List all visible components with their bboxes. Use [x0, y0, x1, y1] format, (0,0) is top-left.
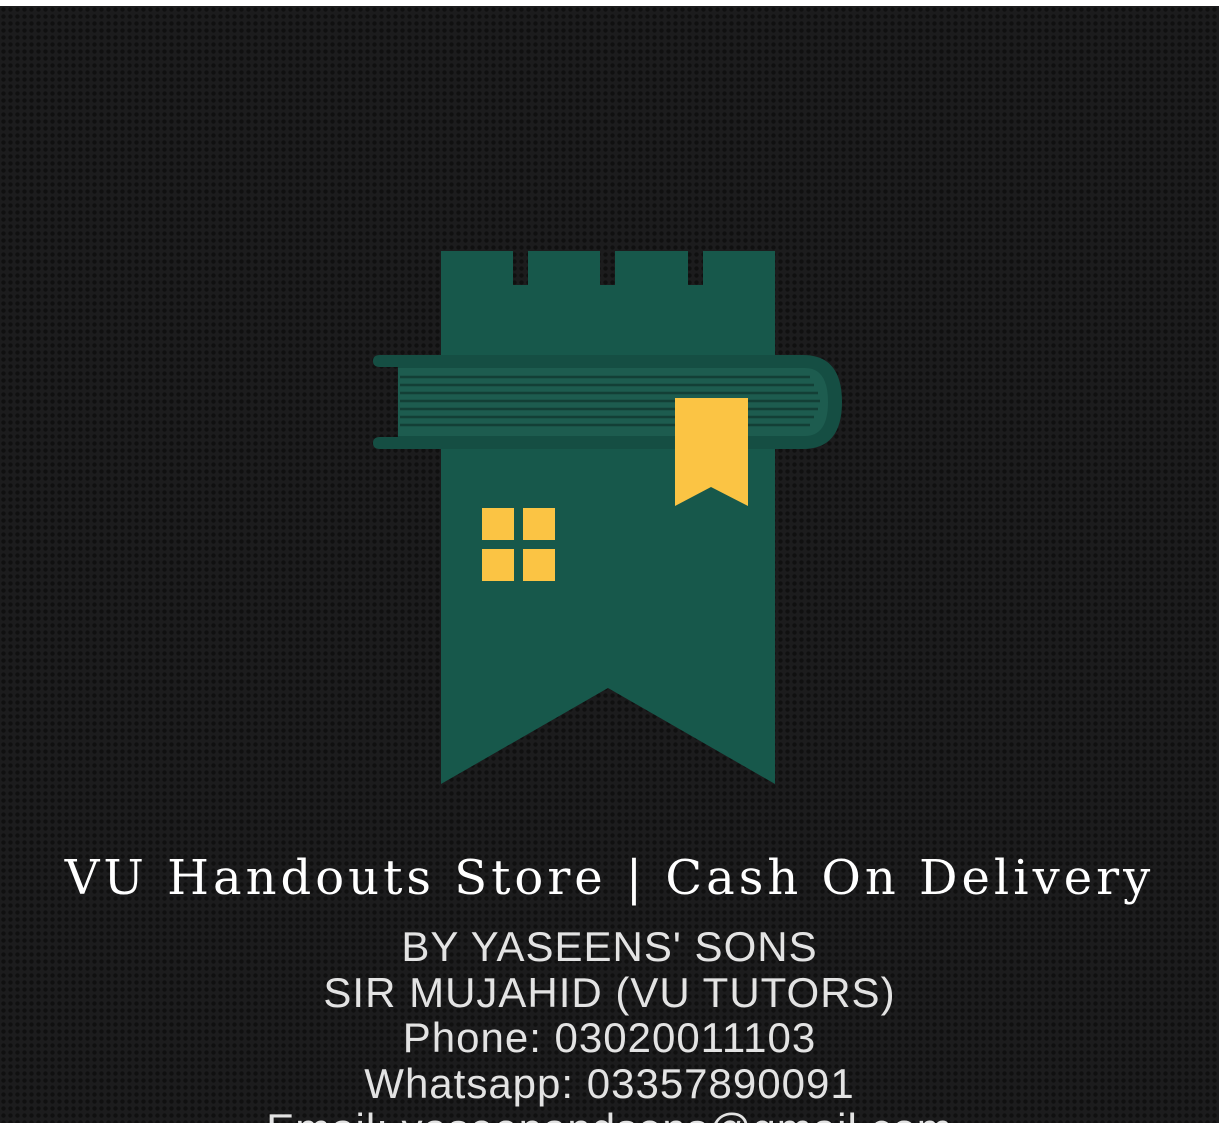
phone-line: Phone: 03020011103 — [402, 1014, 817, 1061]
castle-tower-book-logo-icon — [373, 251, 842, 784]
book-page-lines — [400, 375, 820, 427]
store-banner: VU Handouts Store | Cash On Delivery BY … — [0, 6, 1219, 1123]
whatsapp-line: Whatsapp: 03357890091 — [364, 1060, 855, 1107]
tutor-line: SIR MUJAHID (VU TUTORS) — [323, 969, 896, 1016]
by-line: BY YASEENS' SONS — [401, 923, 818, 970]
store-title: VU Handouts Store | Cash On Delivery — [64, 850, 1155, 906]
email-line: Email: yaseenandsons@gmail.com — [0, 1106, 1219, 1123]
